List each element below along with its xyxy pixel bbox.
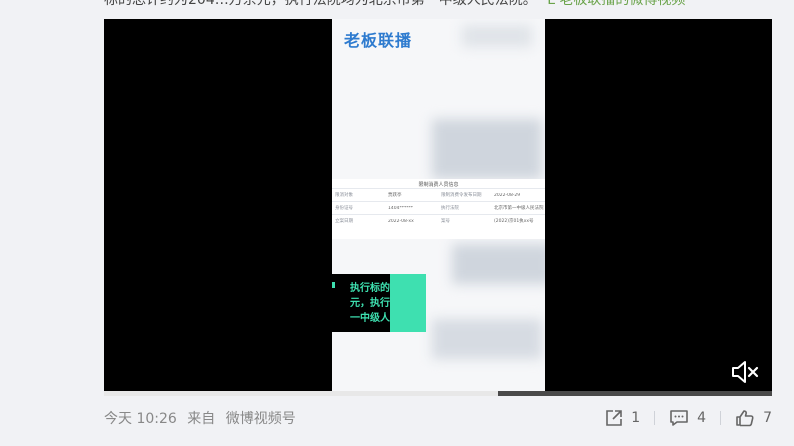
document-cell: 1404****** (388, 205, 413, 211)
document-cell: 执行法院 (441, 206, 459, 211)
divider (654, 411, 656, 425)
document-row: 身份证号 1404****** 执行法院 北京市第一中级人民法院 (332, 201, 545, 214)
like-count: 7 (763, 410, 772, 426)
post-source[interactable]: 微博视频号 (226, 411, 296, 427)
subtitle-mark (332, 282, 335, 288)
blurred-area (432, 119, 542, 179)
channel-logo: 老板联播 (344, 31, 413, 50)
mute-button[interactable] (730, 360, 760, 384)
comment-button[interactable]: 4 (669, 409, 706, 427)
document-cell: 立案日期 (335, 219, 353, 224)
video-frame: 老板联播 限制消费人员信息 限消对象 贾跃亭 限制消费令发布日期 2022-08… (332, 19, 545, 396)
document-cell: 北京市第一中级人民法院 (494, 206, 544, 211)
document-title: 限制消费人员信息 (418, 182, 459, 188)
document-cell: 2022-08-29 (494, 192, 521, 198)
document-cell: 贾跃亭 (388, 193, 402, 198)
speaker-muted-icon (732, 361, 759, 383)
document-row: 限消对象 贾跃亭 限制消费令发布日期 2022-08-29 (332, 188, 545, 201)
repost-button[interactable]: 1 (605, 409, 640, 427)
comment-count: 4 (697, 410, 707, 426)
comment-icon (670, 410, 688, 426)
divider (720, 411, 722, 425)
blurred-area (462, 25, 532, 47)
post-footer: 今天 10:26 来自 微博视频号 1 4 7 (104, 407, 772, 429)
blurred-area (432, 319, 542, 359)
post-meta: 今天 10:26 来自 微博视频号 (104, 408, 302, 428)
post-text: 标的总计约为204…万余元，执行法院均为北京市第一中级人民法院。 L 老板联播的… (104, 0, 784, 8)
share-out-icon (606, 410, 623, 426)
document-cell: 限消对象 (335, 193, 353, 198)
document-cell: 身份证号 (335, 206, 353, 211)
document-cell: 限制消费令发布日期 (441, 193, 482, 198)
document-cell: 案号 (441, 219, 450, 224)
repost-count: 1 (631, 410, 641, 426)
post-actions: 1 4 7 (605, 409, 772, 427)
video-player[interactable]: 老板联播 限制消费人员信息 限消对象 贾跃亭 限制消费令发布日期 2022-08… (104, 19, 772, 396)
document-row: 立案日期 2022-08-xx 案号 (2022)京01执xx号 (332, 214, 545, 227)
post-time[interactable]: 今天 10:26 (104, 411, 177, 427)
subtitle-accent-bar (390, 274, 426, 332)
document-screenshot: 限制消费人员信息 限消对象 贾跃亭 限制消费令发布日期 2022-08-29 身… (332, 179, 545, 239)
source-prefix: 来自 (187, 411, 216, 427)
thumbs-up-icon (736, 410, 754, 427)
like-button[interactable]: 7 (735, 409, 772, 427)
video-link[interactable]: L 老板联播的微博视频 (547, 0, 685, 8)
progress-bar[interactable] (104, 391, 772, 396)
progress-fill (104, 391, 499, 396)
document-cell: (2022)京01执xx号 (494, 219, 534, 224)
document-cell: 2022-08-xx (388, 218, 414, 224)
blurred-area (452, 244, 545, 284)
post-body-text: 标的总计约为204…万余元，执行法院均为北京市第一中级人民法院。 (104, 0, 537, 8)
